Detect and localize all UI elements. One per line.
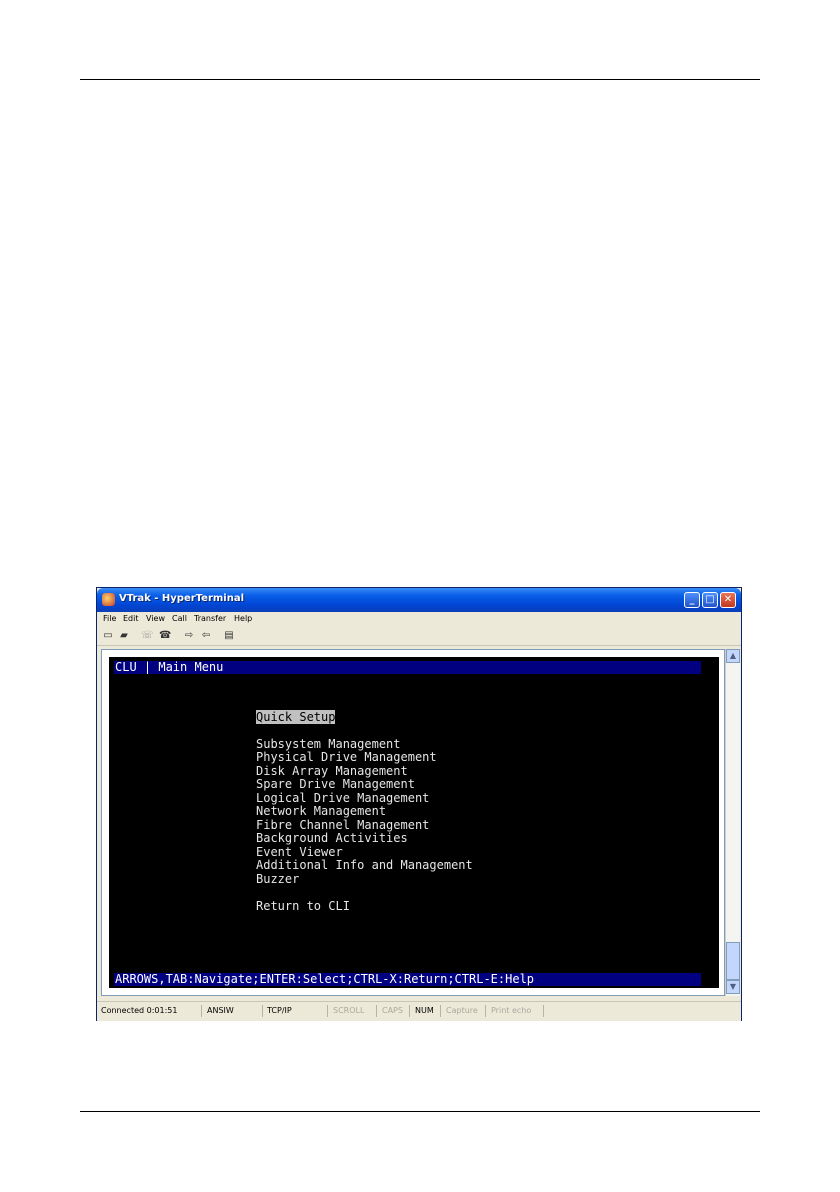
- toolbar: ▭ ▰ ☏ ☎ ⇨ ⇦ ▤: [97, 627, 741, 646]
- status-scroll: SCROLL: [333, 1006, 365, 1015]
- open-icon[interactable]: ▰: [118, 630, 130, 642]
- status-num: NUM: [415, 1006, 434, 1015]
- status-emulation: ANSIW: [207, 1006, 234, 1015]
- app-icon: [102, 593, 115, 606]
- status-divider: [440, 1005, 441, 1017]
- menu-item-network[interactable]: Network Management: [256, 805, 386, 818]
- maximize-button[interactable]: □: [702, 592, 718, 608]
- status-divider: [543, 1005, 544, 1017]
- menu-item-spare-drive[interactable]: Spare Drive Management: [256, 778, 415, 791]
- terminal-footer: ARROWS,TAB:Navigate;ENTER:Select;CTRL-X:…: [114, 973, 701, 986]
- dial-icon[interactable]: ☎: [159, 630, 171, 642]
- status-divider: [262, 1005, 263, 1017]
- status-protocol: TCP/IP: [267, 1006, 292, 1015]
- menu-file[interactable]: File: [103, 614, 116, 623]
- menu-item-additional-info[interactable]: Additional Info and Management: [256, 859, 473, 872]
- status-divider: [409, 1005, 410, 1017]
- status-connected: Connected 0:01:51: [101, 1006, 178, 1015]
- send-icon[interactable]: ⇨: [183, 630, 195, 642]
- menu-item-background[interactable]: Background Activities: [256, 832, 408, 845]
- scroll-thumb[interactable]: [726, 942, 740, 980]
- terminal-frame: CLU | Main Menu Quick Setup Subsystem Ma…: [101, 649, 725, 996]
- status-divider: [485, 1005, 486, 1017]
- menu-help[interactable]: Help: [234, 614, 252, 623]
- menu-edit[interactable]: Edit: [123, 614, 139, 623]
- close-button[interactable]: ✕: [720, 592, 736, 608]
- receive-icon[interactable]: ⇦: [200, 630, 212, 642]
- menu-item-buzzer[interactable]: Buzzer: [256, 873, 299, 886]
- scroll-down-icon[interactable]: ▼: [726, 980, 740, 994]
- terminal-screen[interactable]: CLU | Main Menu Quick Setup Subsystem Ma…: [109, 657, 719, 988]
- menu-transfer[interactable]: Transfer: [194, 614, 226, 623]
- menu-bar: File Edit View Call Transfer Help: [97, 612, 741, 627]
- terminal-header: CLU | Main Menu: [114, 661, 701, 674]
- menu-item-quick-setup[interactable]: Quick Setup: [256, 710, 336, 724]
- footer-rule: [80, 1111, 760, 1112]
- menu-view[interactable]: View: [146, 614, 165, 623]
- status-divider: [376, 1005, 377, 1017]
- properties-icon[interactable]: ▤: [223, 630, 235, 642]
- status-divider: [327, 1005, 328, 1017]
- menu-item-physical-drive[interactable]: Physical Drive Management: [256, 751, 437, 764]
- status-caps: CAPS: [382, 1006, 403, 1015]
- scroll-up-icon[interactable]: ▲: [726, 649, 740, 663]
- vertical-scrollbar[interactable]: ▲ ▼: [725, 649, 740, 996]
- menu-call[interactable]: Call: [172, 614, 187, 623]
- disconnect-icon[interactable]: ☏: [141, 630, 154, 642]
- window-title: VTrak - HyperTerminal: [119, 593, 245, 604]
- header-rule: [80, 79, 760, 80]
- status-divider: [201, 1005, 202, 1017]
- title-bar[interactable]: VTrak - HyperTerminal _ □ ✕: [97, 588, 741, 612]
- minimize-button[interactable]: _: [684, 592, 700, 608]
- status-bar: Connected 0:01:51 ANSIW TCP/IP SCROLL CA…: [97, 1001, 741, 1021]
- hyperterminal-window: VTrak - HyperTerminal _ □ ✕ File Edit Vi…: [96, 587, 742, 1021]
- status-print-echo: Print echo: [491, 1006, 532, 1015]
- new-icon[interactable]: ▭: [102, 630, 114, 642]
- status-capture: Capture: [446, 1006, 478, 1015]
- menu-item-return-cli[interactable]: Return to CLI: [256, 900, 350, 913]
